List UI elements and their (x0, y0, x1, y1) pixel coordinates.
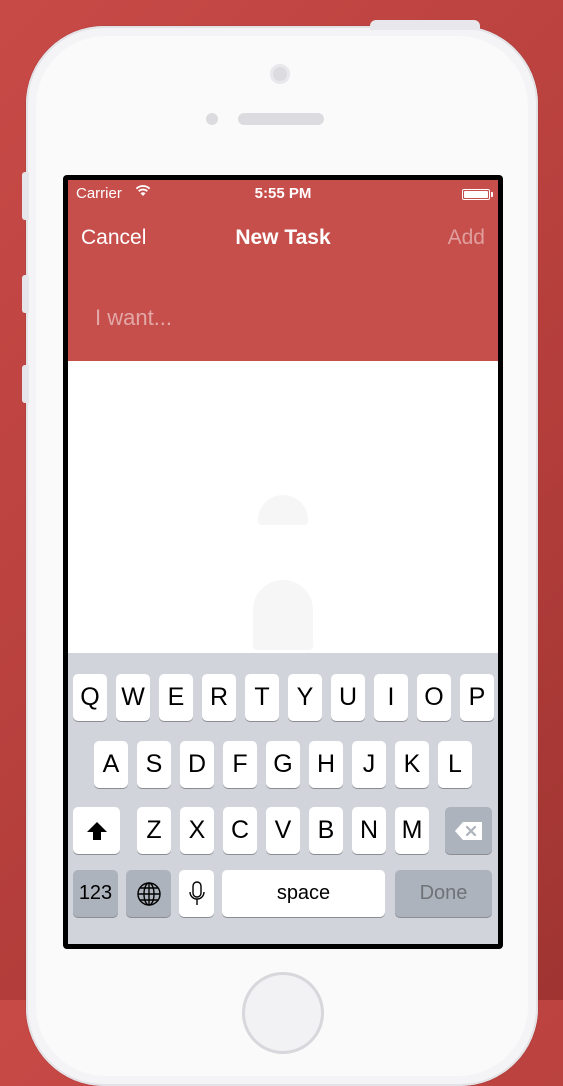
add-button[interactable]: Add (448, 226, 485, 250)
key-v[interactable]: V (266, 807, 300, 854)
shift-key[interactable] (73, 807, 120, 854)
key-w[interactable]: W (116, 674, 150, 721)
screen: Carrier 5:55 PM Cancel New Task Add Q (63, 175, 503, 949)
key-k[interactable]: K (395, 741, 429, 788)
key-d[interactable]: D (180, 741, 214, 788)
volume-up-button (22, 275, 29, 313)
home-button[interactable] (242, 972, 324, 1054)
status-bar: Carrier 5:55 PM (68, 180, 498, 206)
key-y[interactable]: Y (288, 674, 322, 721)
microphone-icon (188, 880, 205, 905)
key-o[interactable]: O (417, 674, 451, 721)
space-key[interactable]: space (222, 870, 385, 917)
keyboard: Q W E R T Y U I O P A S D F G H J K L Z … (68, 653, 498, 944)
task-input[interactable] (95, 301, 475, 335)
key-q[interactable]: Q (73, 674, 107, 721)
volume-down-button (22, 365, 29, 403)
battery-icon (462, 189, 493, 200)
earpiece-speaker (238, 113, 324, 125)
key-a[interactable]: A (94, 741, 128, 788)
key-c[interactable]: C (223, 807, 257, 854)
nav-bar: Cancel New Task Add (68, 224, 498, 254)
globe-key[interactable] (126, 870, 171, 917)
key-e[interactable]: E (159, 674, 193, 721)
page-title: New Task (235, 226, 331, 249)
shift-icon (86, 821, 107, 840)
numbers-key[interactable]: 123 (73, 870, 118, 917)
key-z[interactable]: Z (137, 807, 171, 854)
key-j[interactable]: J (352, 741, 386, 788)
key-s[interactable]: S (137, 741, 171, 788)
backspace-key[interactable] (445, 807, 492, 854)
key-f[interactable]: F (223, 741, 257, 788)
key-b[interactable]: B (309, 807, 343, 854)
key-t[interactable]: T (245, 674, 279, 721)
mute-switch (22, 172, 29, 220)
key-r[interactable]: R (202, 674, 236, 721)
app-display: Carrier 5:55 PM Cancel New Task Add Q (68, 180, 498, 944)
front-camera (270, 64, 290, 84)
done-key[interactable]: Done (395, 870, 492, 917)
faded-illustration (258, 495, 308, 525)
key-i[interactable]: I (374, 674, 408, 721)
key-l[interactable]: L (438, 741, 472, 788)
key-g[interactable]: G (266, 741, 300, 788)
key-m[interactable]: M (395, 807, 429, 854)
task-header: Carrier 5:55 PM Cancel New Task Add (68, 180, 498, 361)
proximity-sensor (206, 113, 218, 125)
dictation-key[interactable] (179, 870, 214, 917)
faded-illustration (253, 580, 313, 650)
key-h[interactable]: H (309, 741, 343, 788)
power-button (370, 20, 480, 30)
clock: 5:55 PM (254, 185, 312, 202)
key-n[interactable]: N (352, 807, 386, 854)
key-u[interactable]: U (331, 674, 365, 721)
key-p[interactable]: P (460, 674, 494, 721)
globe-icon (136, 881, 161, 906)
backspace-icon (454, 821, 482, 840)
key-x[interactable]: X (180, 807, 214, 854)
